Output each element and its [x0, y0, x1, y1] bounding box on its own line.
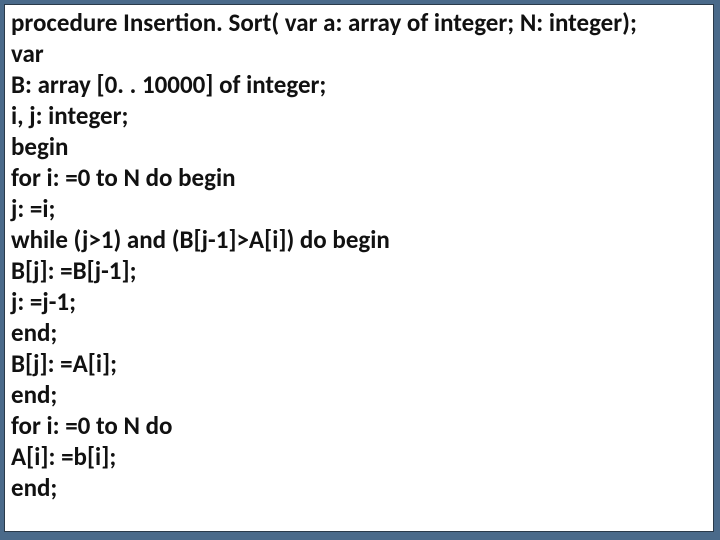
code-line: B: array [0. . 10000] of integer;: [11, 69, 707, 100]
code-line: j: =j-1;: [11, 286, 707, 317]
code-line: for i: =0 to N do: [11, 410, 707, 441]
code-box: procedure Insertion. Sort( var a: array …: [4, 4, 714, 532]
code-line: while (j>1) and (B[j-1]>A[i]) do begin: [11, 224, 707, 255]
code-line: i, j: integer;: [11, 100, 707, 131]
code-line: B[j]: =A[i];: [11, 348, 707, 379]
code-line: end;: [11, 317, 707, 348]
code-line: A[i]: =b[i];: [11, 441, 707, 472]
code-line: for i: =0 to N do begin: [11, 162, 707, 193]
code-line: B[j]: =B[j-1];: [11, 255, 707, 286]
code-line: j: =i;: [11, 193, 707, 224]
code-line: var: [11, 38, 707, 69]
code-line: end;: [11, 472, 707, 503]
code-line: begin: [11, 131, 707, 162]
code-line: end;: [11, 379, 707, 410]
code-line: procedure Insertion. Sort( var a: array …: [11, 7, 707, 38]
